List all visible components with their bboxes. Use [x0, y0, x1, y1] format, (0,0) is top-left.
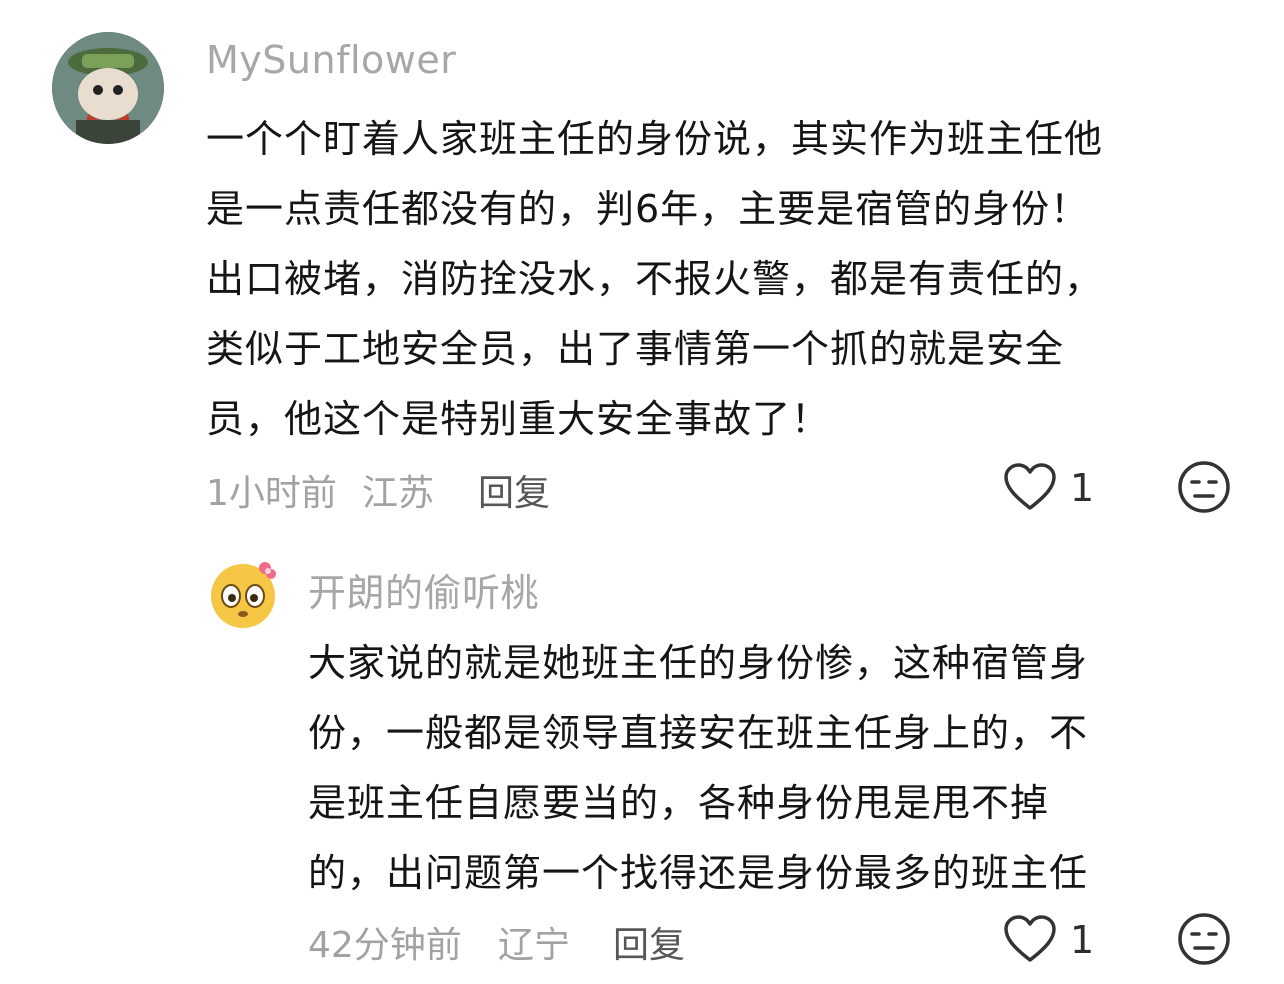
comment-time: 42分钟前	[308, 925, 462, 966]
comment-text-line: 出口被堵，消防拴没水，不报火警，都是有责任的，	[206, 257, 1104, 301]
reply-button[interactable]: 回复	[478, 464, 550, 516]
comment-text-line: 是一点责任都没有的，判6年，主要是宿管的身份！	[206, 187, 1090, 231]
heart-outline-icon[interactable]	[1003, 462, 1057, 512]
like-count: 1	[1070, 466, 1095, 510]
comment-item: MySunflower 一个个盯着人家班主任的身份说，其实作为班主任他 是一点责…	[0, 0, 1284, 540]
heart-outline-icon[interactable]	[1003, 914, 1057, 964]
flushed-face-avatar[interactable]	[207, 558, 279, 630]
comment-location: 江苏	[362, 473, 435, 514]
user-avatar[interactable]	[52, 32, 164, 144]
unamused-face-icon[interactable]	[1177, 912, 1231, 966]
comment-text-line: 大家说的就是她班主任的身份惨，这种宿管身	[308, 641, 1089, 685]
reply-comment-item: 开朗的偷听桃 大家说的就是她班主任的身份惨，这种宿管身 份，一般都是领导直接安在…	[0, 540, 1284, 984]
avatar-image	[52, 32, 164, 144]
comment-text-line: 的，出问题第一个找得还是身份最多的班主任	[308, 851, 1089, 895]
like-count: 1	[1070, 918, 1095, 962]
comment-text-line: 员，他这个是特别重大安全事故了！	[206, 397, 831, 441]
comment-text-line: 一个个盯着人家班主任的身份说，其实作为班主任他	[206, 117, 1104, 161]
reply-button[interactable]: 回复	[613, 916, 685, 968]
unamused-face-icon[interactable]	[1177, 460, 1231, 514]
comment-text-line: 份，一般都是领导直接安在班主任身上的，不	[308, 711, 1089, 755]
username[interactable]: 开朗的偷听桃	[308, 562, 539, 617]
comment-location: 辽宁	[498, 925, 571, 966]
comment-text-line: 是班主任自愿要当的，各种身份甩是甩不掉	[308, 781, 1050, 825]
comment-text-line: 类似于工地安全员，出了事情第一个抓的就是安全	[206, 327, 1065, 371]
username[interactable]: MySunflower	[206, 38, 456, 82]
comment-time: 1小时前	[206, 473, 337, 514]
